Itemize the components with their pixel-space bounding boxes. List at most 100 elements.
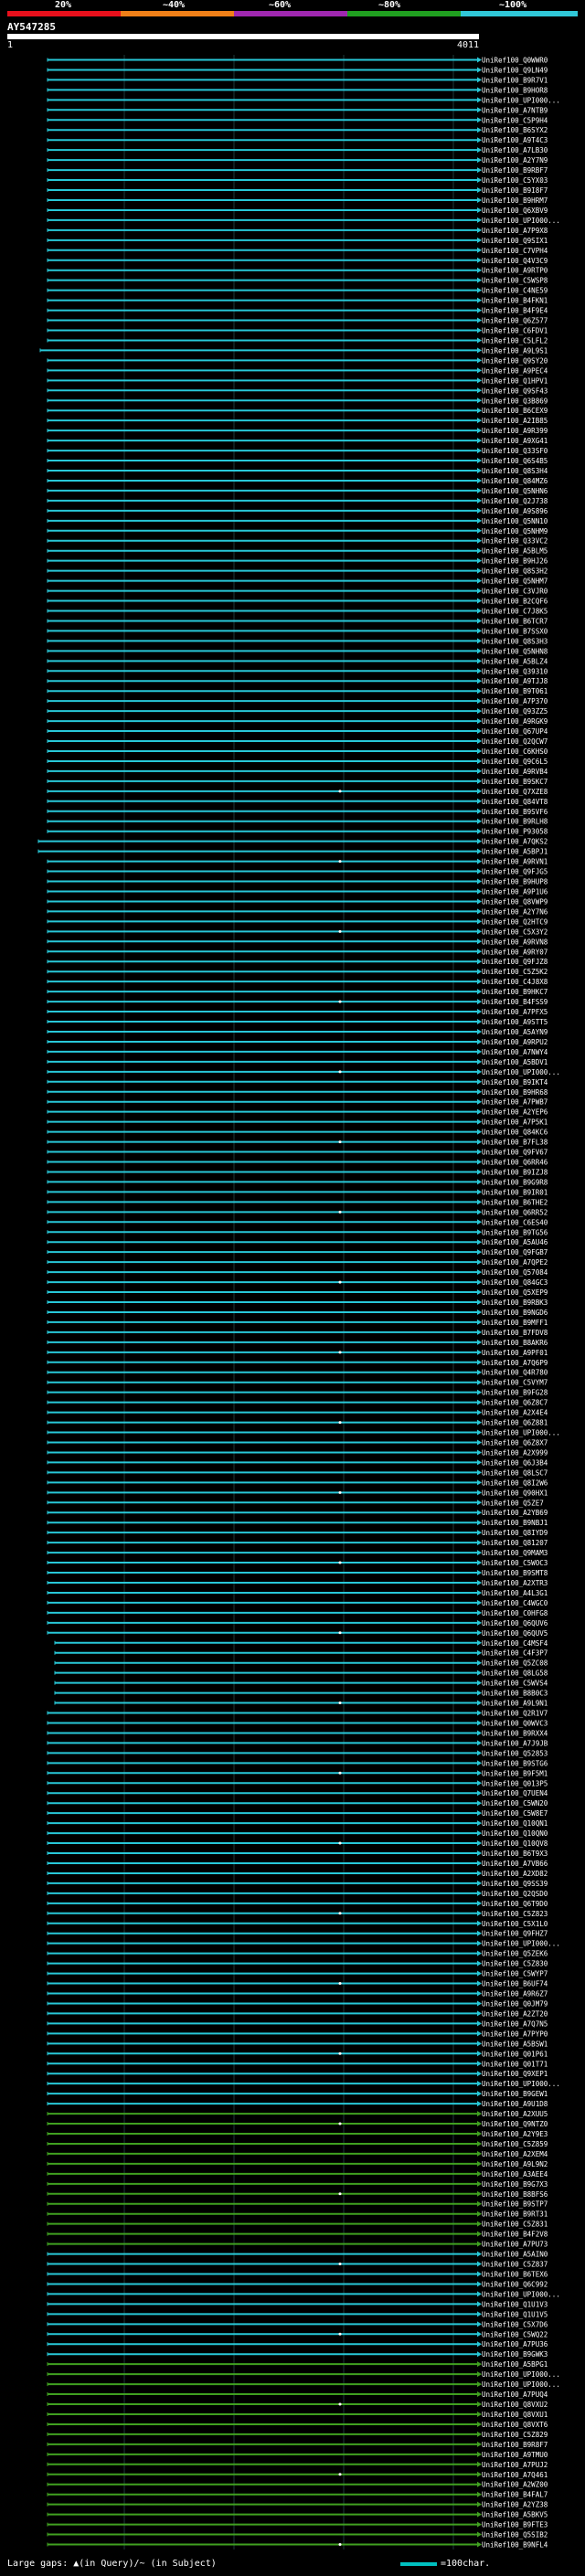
hit-label[interactable]: UniRef100_Q9SS39: [482, 1880, 548, 1888]
hit-label[interactable]: UniRef100_B9RLH8: [482, 818, 548, 826]
hit-label[interactable]: UniRef100_C4MSF4: [482, 1639, 548, 1648]
hit-label[interactable]: UniRef100_A4L3G1: [482, 1589, 548, 1597]
hit-label[interactable]: UniRef100_C5WN20: [482, 1799, 548, 1807]
hit-label[interactable]: UniRef100_A2YEP6: [482, 1108, 548, 1117]
hit-label[interactable]: UniRef100_A2Y7N6: [482, 907, 548, 916]
hit-label[interactable]: UniRef100_Q2HTC9: [482, 917, 548, 926]
hit-label[interactable]: UniRef100_B9STG6: [482, 1759, 548, 1767]
hit-label[interactable]: UniRef100_Q5ZEK6: [482, 1950, 548, 1958]
hit-label[interactable]: UniRef100_A5BDV1: [482, 1058, 548, 1066]
hit-label[interactable]: UniRef100_Q9FJG5: [482, 868, 548, 876]
hit-label[interactable]: UniRef100_B9GWK3: [482, 2350, 548, 2359]
hit-label[interactable]: UniRef100_B6THE2: [482, 1198, 548, 1206]
hit-label[interactable]: UniRef100_A9U1D8: [482, 2100, 548, 2108]
hit-label[interactable]: UniRef100_B6TEX6: [482, 2270, 548, 2278]
hit-label[interactable]: UniRef100_Q67UP4: [482, 727, 548, 736]
hit-label[interactable]: UniRef100_Q8IYD9: [482, 1529, 548, 1537]
hit-label[interactable]: UniRef100_A7Q6P9: [482, 1359, 548, 1367]
hit-label[interactable]: UniRef100_B6T9X3: [482, 1850, 548, 1858]
hit-label[interactable]: UniRef100_A7PUQ4: [482, 2390, 548, 2399]
hit-label[interactable]: UniRef100_A7PU36: [482, 2340, 548, 2348]
hit-label[interactable]: UniRef100_Q6S4B5: [482, 457, 548, 465]
hit-label[interactable]: UniRef100_B9IKT4: [482, 1078, 548, 1087]
hit-label[interactable]: UniRef100_A9RVN1: [482, 858, 548, 866]
hit-label[interactable]: UniRef100_Q6J3B4: [482, 1458, 548, 1467]
hit-label[interactable]: UniRef100_B9MFF1: [482, 1319, 548, 1327]
hit-label[interactable]: UniRef100_C5W8E7: [482, 1809, 548, 1818]
hit-label[interactable]: UniRef100_UPI000...: [482, 1940, 560, 1948]
hit-label[interactable]: UniRef100_C6FDV1: [482, 327, 548, 335]
hit-label[interactable]: UniRef100_A7PUJ2: [482, 2461, 548, 2469]
hit-label[interactable]: UniRef100_A9PEC4: [482, 366, 548, 375]
hit-label[interactable]: UniRef100_B9IZJ8: [482, 1168, 548, 1176]
hit-label[interactable]: UniRef100_A7PWB7: [482, 1098, 548, 1107]
hit-label[interactable]: UniRef100_A9R399: [482, 427, 548, 435]
hit-label[interactable]: UniRef100_Q9C6L5: [482, 758, 548, 766]
hit-label[interactable]: UniRef100_A2XUU5: [482, 2110, 548, 2118]
hit-label[interactable]: UniRef100_C5WVS4: [482, 1680, 548, 1688]
hit-label[interactable]: UniRef100_A5BKV5: [482, 2511, 548, 2519]
hit-label[interactable]: UniRef100_A9L9N1: [482, 1700, 548, 1708]
hit-label[interactable]: UniRef100_C7VPH4: [482, 247, 548, 255]
hit-label[interactable]: UniRef100_A2XD82: [482, 1870, 548, 1878]
hit-label[interactable]: UniRef100_B9SKC7: [482, 778, 548, 786]
hit-label[interactable]: UniRef100_Q52853: [482, 1749, 548, 1757]
hit-label[interactable]: UniRef100_A3AEE4: [482, 2170, 548, 2178]
hit-label[interactable]: UniRef100_Q33SF0: [482, 447, 548, 455]
hit-label[interactable]: UniRef100_B9HJ26: [482, 557, 548, 566]
hit-label[interactable]: UniRef100_A7P370: [482, 697, 548, 705]
hit-label[interactable]: UniRef100_C6KHS0: [482, 747, 548, 756]
hit-label[interactable]: UniRef100_C5Z837: [482, 2261, 548, 2269]
hit-label[interactable]: UniRef100_A9TMU0: [482, 2451, 548, 2459]
hit-label[interactable]: UniRef100_Q7UEN4: [482, 1789, 548, 1797]
hit-label[interactable]: UniRef100_Q5XEP9: [482, 1288, 548, 1297]
hit-label[interactable]: UniRef100_Q6Z577: [482, 317, 548, 325]
hit-label[interactable]: UniRef100_B9RBK3: [482, 1299, 548, 1307]
hit-label[interactable]: UniRef100_A9L9S1: [482, 346, 548, 355]
hit-label[interactable]: UniRef100_Q6T9D0: [482, 1900, 548, 1908]
hit-label[interactable]: UniRef100_C4J8X8: [482, 978, 548, 986]
hit-label[interactable]: UniRef100_C3VJR0: [482, 588, 548, 596]
hit-label[interactable]: UniRef100_Q6RR46: [482, 1159, 548, 1167]
hit-label[interactable]: UniRef100_B8AKR6: [482, 1339, 548, 1347]
hit-label[interactable]: UniRef100_Q4R780: [482, 1369, 548, 1377]
hit-label[interactable]: UniRef100_Q6Z8X7: [482, 1438, 548, 1447]
hit-label[interactable]: UniRef100_Q1HPV1: [482, 376, 548, 385]
hit-label[interactable]: UniRef100_Q5NHM9: [482, 527, 548, 535]
hit-label[interactable]: UniRef100_A7NWY4: [482, 1048, 548, 1056]
hit-label[interactable]: UniRef100_B9GEW1: [482, 2090, 548, 2098]
hit-label[interactable]: UniRef100_Q10QV8: [482, 1839, 548, 1848]
hit-label[interactable]: UniRef100_Q4V3C9: [482, 257, 548, 265]
hit-label[interactable]: UniRef100_C5YX03: [482, 176, 548, 185]
hit-label[interactable]: UniRef100_UPI000...: [482, 96, 560, 104]
hit-label[interactable]: UniRef100_A2XEM4: [482, 2150, 548, 2158]
hit-label[interactable]: UniRef100_C5X7D6: [482, 2320, 548, 2328]
hit-label[interactable]: UniRef100_A5BPG1: [482, 2360, 548, 2369]
hit-label[interactable]: UniRef100_Q1U1V3: [482, 2300, 548, 2308]
hit-label[interactable]: UniRef100_B9HUP8: [482, 878, 548, 886]
hit-label[interactable]: UniRef100_Q10QN0: [482, 1829, 548, 1838]
hit-label[interactable]: UniRef100_A2X999: [482, 1448, 548, 1457]
hit-label[interactable]: UniRef100_B4F2V8: [482, 2231, 548, 2239]
hit-label[interactable]: UniRef100_Q8VXT6: [482, 2421, 548, 2429]
hit-label[interactable]: UniRef100_Q2QSD0: [482, 1890, 548, 1898]
hit-label[interactable]: UniRef100_Q5NHN6: [482, 487, 548, 495]
hit-label[interactable]: UniRef100_UPI000...: [482, 2370, 560, 2379]
hit-label[interactable]: UniRef100_Q8S3H2: [482, 567, 548, 576]
hit-label[interactable]: UniRef100_Q9LN49: [482, 66, 548, 74]
hit-label[interactable]: UniRef100_A7P5K1: [482, 1118, 548, 1127]
hit-label[interactable]: UniRef100_A7QKS2: [482, 838, 548, 846]
hit-label[interactable]: UniRef100_Q6Z8C7: [482, 1399, 548, 1407]
hit-label[interactable]: UniRef100_A2IB85: [482, 417, 548, 425]
hit-label[interactable]: UniRef100_Q2R1V7: [482, 1710, 548, 1718]
hit-label[interactable]: UniRef100_Q2J738: [482, 497, 548, 505]
hit-label[interactable]: UniRef100_B9F5M1: [482, 1769, 548, 1777]
hit-label[interactable]: UniRef100_A7NTB9: [482, 106, 548, 114]
hit-label[interactable]: UniRef100_A9PF01: [482, 1349, 548, 1357]
hit-label[interactable]: UniRef100_Q6C992: [482, 2280, 548, 2288]
hit-label[interactable]: UniRef100_C5WSP8: [482, 277, 548, 285]
hit-label[interactable]: UniRef100_UPI000...: [482, 2380, 560, 2389]
hit-label[interactable]: UniRef100_B7FL38: [482, 1139, 548, 1147]
hit-label[interactable]: UniRef100_A5BSW1: [482, 2040, 548, 2048]
hit-label[interactable]: UniRef100_A9RY07: [482, 948, 548, 956]
